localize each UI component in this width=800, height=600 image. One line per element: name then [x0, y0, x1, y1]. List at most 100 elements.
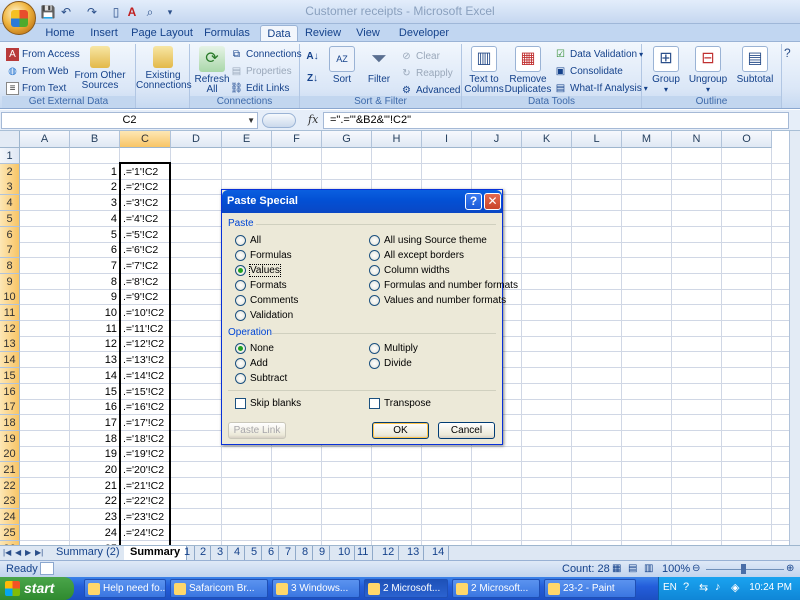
remove-duplicates-button[interactable]: ▦ Remove Duplicates — [504, 46, 552, 95]
cell-b[interactable]: 12 — [70, 336, 120, 352]
clock[interactable]: 10:24 PM — [749, 582, 792, 593]
sheet-tab[interactable]: Summary — [124, 546, 188, 560]
prev-sheet-icon[interactable]: ◀ — [15, 548, 21, 557]
column-header-j[interactable]: J — [472, 131, 522, 148]
radio-formulas[interactable]: Formulas — [235, 249, 292, 262]
security-icon[interactable]: ◈ — [731, 581, 739, 594]
sort-button[interactable]: AZ Sort — [326, 46, 358, 85]
from-other-sources-button[interactable]: From Other Sources — [74, 46, 126, 91]
sheet-tab[interactable]: 13 — [403, 546, 425, 560]
sheet-tab[interactable]: 12 — [378, 546, 400, 560]
cell-b[interactable]: 15 — [70, 384, 120, 400]
cell-b[interactable]: 16 — [70, 399, 120, 415]
cell-b[interactable]: 10 — [70, 305, 120, 321]
taskbar-item[interactable]: 23-2 - Paint — [544, 579, 636, 598]
radio-none[interactable]: None — [235, 342, 274, 355]
transpose-checkbox[interactable]: Transpose — [369, 397, 431, 410]
cell-b[interactable]: 2 — [70, 179, 120, 195]
from-text-button[interactable]: ≡ From Text — [6, 80, 66, 96]
row-header[interactable]: 13 — [0, 336, 20, 352]
consolidate-button[interactable]: ▣ Consolidate — [554, 63, 623, 79]
column-header-h[interactable]: H — [372, 131, 422, 148]
chevron-down-icon[interactable]: ▼ — [247, 113, 255, 128]
radio-values[interactable]: Values — [235, 264, 281, 277]
data-validation-button[interactable]: ☑ Data Validation ▾ — [554, 46, 643, 62]
office-button[interactable] — [2, 1, 36, 35]
clear-button[interactable]: ⊘ Clear — [400, 48, 440, 64]
row-header[interactable]: 2 — [0, 164, 20, 180]
row-header[interactable]: 1 — [0, 148, 20, 164]
help-icon[interactable]: ? — [683, 581, 689, 593]
taskbar-item[interactable]: 2 Microsoft... — [452, 579, 540, 598]
cell-b[interactable]: 18 — [70, 431, 120, 447]
zoom-out-icon[interactable]: ⊖ — [692, 563, 700, 574]
column-header-f[interactable]: F — [272, 131, 322, 148]
network-icon[interactable]: ⇆ — [699, 581, 708, 594]
macro-record-icon[interactable] — [40, 562, 54, 575]
row-header[interactable]: 16 — [0, 384, 20, 400]
zoom-in-icon[interactable]: ⊕ — [786, 563, 794, 574]
reapply-button[interactable]: ↻ Reapply — [400, 65, 452, 81]
text-to-columns-button[interactable]: ▥ Text to Columns — [464, 46, 504, 95]
next-sheet-icon[interactable]: ▶ — [25, 548, 31, 557]
first-sheet-icon[interactable]: |◀ — [3, 548, 11, 557]
dialog-close-button[interactable]: ✕ — [484, 193, 501, 210]
sheet-tab[interactable]: 11 — [353, 546, 374, 560]
column-header-g[interactable]: G — [322, 131, 372, 148]
zoom-slider-thumb[interactable] — [741, 564, 746, 574]
start-button[interactable]: start — [0, 577, 74, 600]
column-header-i[interactable]: I — [422, 131, 472, 148]
row-header[interactable]: 7 — [0, 242, 20, 258]
zoom-level[interactable]: 100% — [662, 563, 690, 575]
name-box[interactable]: C2 ▼ — [1, 112, 258, 129]
what-if-analysis-button[interactable]: ▤ What-If Analysis ▾ — [554, 80, 648, 96]
row-header[interactable]: 5 — [0, 211, 20, 227]
cell-b[interactable]: 22 — [70, 493, 120, 509]
cell-b[interactable]: 8 — [70, 274, 120, 290]
row-header[interactable]: 19 — [0, 431, 20, 447]
paste-link-button[interactable]: Paste Link — [228, 422, 286, 439]
tab-view[interactable]: View — [352, 25, 384, 42]
cell-b[interactable]: 23 — [70, 509, 120, 525]
column-header-m[interactable]: M — [622, 131, 672, 148]
sheet-tab[interactable]: 5 — [247, 546, 263, 560]
cell-b[interactable]: 19 — [70, 446, 120, 462]
radio-all[interactable]: All — [235, 234, 261, 247]
row-header[interactable]: 12 — [0, 321, 20, 337]
radio-validation[interactable]: Validation — [235, 309, 293, 322]
tab-formulas[interactable]: Formulas — [202, 25, 252, 42]
radio-formats[interactable]: Formats — [235, 279, 287, 292]
tab-page-layout[interactable]: Page Layout — [130, 25, 194, 42]
cancel-button[interactable]: Cancel — [438, 422, 495, 439]
column-header-d[interactable]: D — [171, 131, 222, 148]
page-break-view-icon[interactable]: ▥ — [644, 563, 653, 574]
row-header[interactable]: 3 — [0, 179, 20, 195]
cell-b[interactable]: 4 — [70, 211, 120, 227]
cell-b[interactable]: 6 — [70, 242, 120, 258]
sheet-tab[interactable]: 8 — [298, 546, 314, 560]
row-header[interactable]: 9 — [0, 274, 20, 290]
group-button[interactable]: ⊞ Group ▾ — [648, 46, 684, 95]
sheet-tab[interactable]: 9 — [315, 546, 331, 560]
column-header-a[interactable]: A — [20, 131, 70, 148]
row-header[interactable]: 14 — [0, 352, 20, 368]
row-header[interactable]: 8 — [0, 258, 20, 274]
connections-button[interactable]: ⧉ Connections — [230, 46, 302, 62]
row-header[interactable]: 24 — [0, 509, 20, 525]
formula-input[interactable]: =".='"&B2&"'!C2" — [323, 112, 789, 129]
row-header[interactable]: 4 — [0, 195, 20, 211]
column-header-n[interactable]: N — [672, 131, 722, 148]
dialog-help-button[interactable]: ? — [465, 193, 482, 210]
filter-button[interactable]: ⏷ Filter — [362, 46, 396, 85]
row-header[interactable]: 15 — [0, 368, 20, 384]
language-indicator[interactable]: EN — [663, 582, 677, 593]
row-header[interactable]: 25 — [0, 525, 20, 541]
column-header-c[interactable]: C — [120, 131, 171, 148]
column-header-b[interactable]: B — [70, 131, 120, 148]
edit-links-button[interactable]: ⛓ Edit Links — [230, 80, 289, 96]
cell-b[interactable]: 7 — [70, 258, 120, 274]
sheet-tab[interactable]: 6 — [264, 546, 280, 560]
taskbar-item[interactable]: 2 Microsoft... — [364, 579, 448, 598]
from-web-button[interactable]: ◍ From Web — [6, 63, 68, 79]
formula-expand-handle[interactable] — [262, 113, 296, 128]
